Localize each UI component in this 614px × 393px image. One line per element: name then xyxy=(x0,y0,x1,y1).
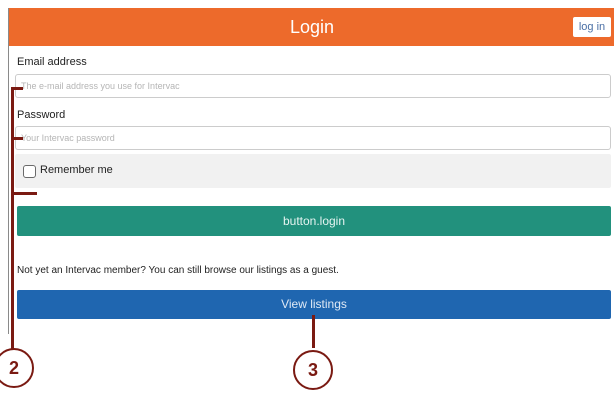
callout-2-tick-password xyxy=(11,137,23,140)
callout-2-tick-login xyxy=(11,192,37,195)
email-field[interactable]: The e-mail address you use for Intervac xyxy=(15,74,611,98)
callout-3-marker: 3 xyxy=(293,350,333,390)
callout-2-marker: 2 xyxy=(0,348,34,388)
password-field[interactable]: Your Intervac password xyxy=(15,126,611,150)
callout-3-line xyxy=(312,315,315,348)
page-title: Login xyxy=(289,17,335,37)
app-screen: Login log in Email address The e-mail ad… xyxy=(8,8,614,334)
remember-me-label: Remember me xyxy=(40,164,113,176)
email-label: Email address xyxy=(17,56,87,68)
login-button[interactable]: button.login xyxy=(17,206,611,236)
guest-info-text: Not yet an Intervac member? You can stil… xyxy=(17,265,339,276)
remember-me-row[interactable]: Remember me xyxy=(15,154,611,188)
header-bar: Login log in xyxy=(9,8,614,46)
figure-stage: Login log in Email address The e-mail ad… xyxy=(0,0,614,393)
callout-2-tick-email xyxy=(11,87,23,90)
password-label: Password xyxy=(17,109,66,121)
header-login-button[interactable]: log in xyxy=(573,17,611,37)
checkbox-unchecked-icon[interactable] xyxy=(23,165,36,178)
callout-2-vertical-line xyxy=(11,87,14,352)
